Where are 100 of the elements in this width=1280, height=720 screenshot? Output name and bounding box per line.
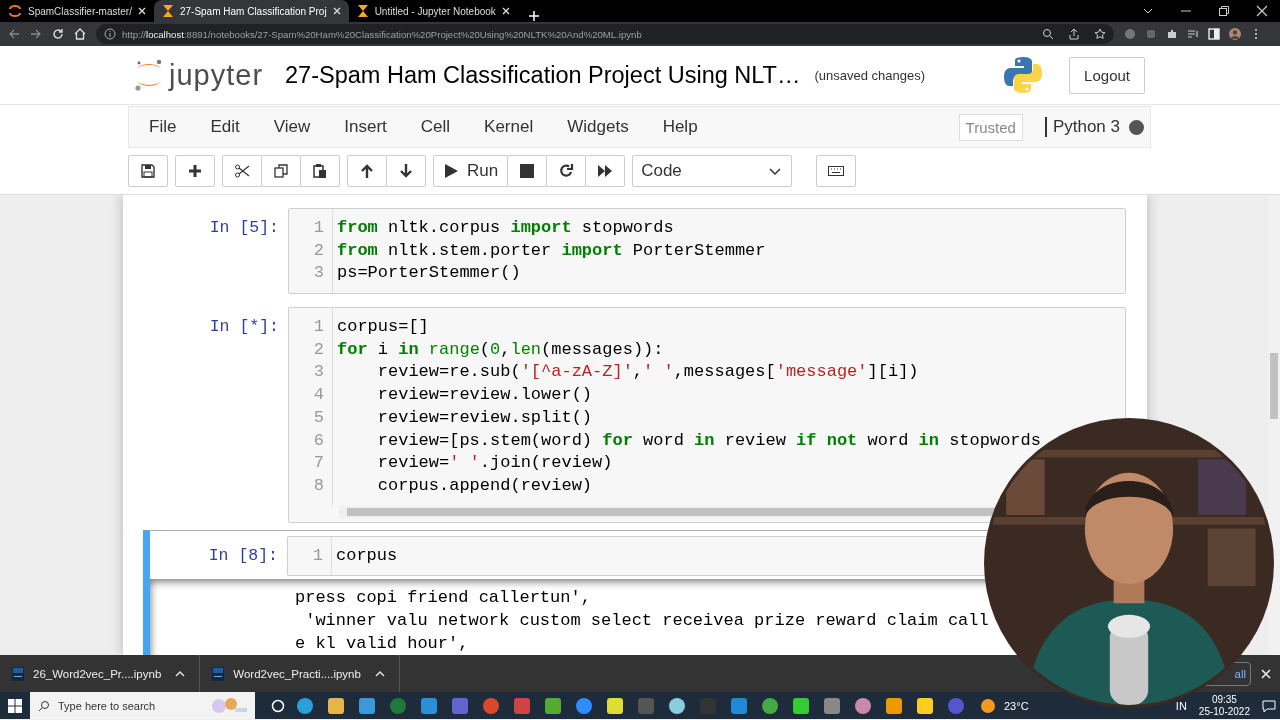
fast-forward-icon <box>597 163 614 179</box>
code-line: corpus.append(review) <box>376 474 594 497</box>
clock[interactable]: 09:35 25-10-2022 <box>1198 693 1250 718</box>
menu-item[interactable]: Edit <box>210 117 257 137</box>
restart-icon <box>558 163 575 179</box>
kernel-name: Python 3 <box>1044 117 1120 137</box>
code-input[interactable]: 1 2 3 from nltk.corpus import stopwords from nltk.stem.porter import PorterStemmer ps=PorterStemmer() <box>288 208 1126 295</box>
output-line: 'winner valu network custom select receivea prize reward claim call <box>304 609 990 632</box>
app-icon[interactable] <box>419 695 439 716</box>
code-line: ps=PorterStemmer() <box>337 262 522 285</box>
arrow-down-icon <box>398 163 414 179</box>
paste-button[interactable] <box>300 155 340 187</box>
code-input[interactable] <box>288 307 1126 523</box>
share-icon[interactable] <box>1068 28 1080 40</box>
browser-tab[interactable]: 27-Spam Ham Classification Proj <box>153 0 349 22</box>
hourglass-icon <box>161 4 174 18</box>
side-panel-icon[interactable] <box>1208 28 1220 40</box>
avatar-icon[interactable] <box>1229 28 1241 40</box>
logout-button[interactable]: Logout <box>1069 56 1145 94</box>
app-icon[interactable] <box>760 695 780 716</box>
insert-cell-button[interactable] <box>175 155 215 187</box>
file-name: Word2vec_Practi....ipynb <box>233 667 361 680</box>
browser-tab[interactable]: Untitled - Jupyter Notebook <box>348 0 518 22</box>
language-indicator[interactable]: IN <box>1175 699 1187 712</box>
cell-type-dropdown[interactable]: Code <box>632 155 793 187</box>
move-down-button[interactable] <box>386 155 426 187</box>
code-line: for i in range(0,len(messages)): <box>337 338 665 361</box>
app-icon[interactable] <box>915 695 935 716</box>
app-icon[interactable] <box>543 695 563 716</box>
menu-item[interactable]: Widgets <box>567 117 646 137</box>
code-line: review=review.lower() <box>376 384 594 407</box>
stop-button[interactable] <box>507 155 548 187</box>
menu-item[interactable]: Cell <box>420 117 468 137</box>
scissors-icon <box>234 163 250 179</box>
home-icon[interactable] <box>74 28 86 40</box>
notebook-title[interactable]: 27-Spam Ham Classification Project Using NLT… <box>285 61 801 89</box>
star-icon[interactable] <box>1094 28 1106 40</box>
app-icon[interactable] <box>605 695 625 716</box>
logo-text: jupyter <box>169 58 264 92</box>
restore-icon[interactable] <box>1218 5 1230 17</box>
keyboard-icon <box>827 163 846 179</box>
extension-icon[interactable] <box>1124 28 1136 40</box>
caret-up-icon[interactable] <box>175 669 186 678</box>
line-number: 8 <box>312 474 324 497</box>
playlist-icon[interactable] <box>1187 28 1199 40</box>
command-palette-button[interactable] <box>816 155 857 187</box>
restart-button[interactable] <box>546 155 587 187</box>
close-icon[interactable] <box>137 7 146 15</box>
info-icon[interactable] <box>104 28 116 40</box>
file-icon <box>212 666 225 681</box>
download-item[interactable]: Word2vec_Practi....ipynb <box>212 666 361 681</box>
app-icon[interactable] <box>574 695 594 716</box>
save-button[interactable] <box>128 155 168 187</box>
menu-item[interactable]: Insert <box>344 117 404 137</box>
browser-tab[interactable]: SpamClassifier-master/ <box>0 0 154 22</box>
cell-prompt: In [5]: <box>208 217 280 239</box>
arrow-up-icon <box>359 163 375 179</box>
close-icon[interactable] <box>1256 5 1268 17</box>
line-number: 3 <box>312 361 324 384</box>
app-icon[interactable] <box>667 695 687 716</box>
puzzle-icon[interactable] <box>1166 28 1178 40</box>
address-bar[interactable]: http://localhost:8891/notebooks/27-Spam%20Ham%20Classification%20Project%20Using%20NLTK%20And%20ML.ipynb <box>96 24 1114 44</box>
copy-button[interactable] <box>261 155 301 187</box>
start-icon[interactable] <box>8 698 22 713</box>
app-icon[interactable] <box>884 695 904 716</box>
download-item[interactable]: 26_Word2vec_Pr....ipynb <box>12 666 162 681</box>
app-icon[interactable] <box>853 695 873 716</box>
menu-item[interactable]: File <box>149 117 194 137</box>
forward-icon[interactable] <box>30 28 42 40</box>
line-number: 1 <box>312 217 324 239</box>
run-all-button[interactable] <box>585 155 626 187</box>
file-name: 26_Word2vec_Pr....ipynb <box>33 667 162 680</box>
app-icon[interactable] <box>295 695 315 716</box>
reload-icon[interactable] <box>52 28 64 40</box>
trusted-badge[interactable]: Trusted <box>958 113 1023 141</box>
line-number: 7 <box>312 452 324 475</box>
notebook-cell[interactable]: In [5]: 1 2 3 from nltk.corpus import stopwords from nltk.stem.porter import PorterStemmer ps=PorterStemmer() <box>143 202 1127 301</box>
new-tab-icon[interactable] <box>527 10 540 22</box>
zoom-icon[interactable] <box>1042 28 1054 40</box>
line-number: 1 <box>311 544 323 567</box>
close-icon[interactable] <box>501 7 510 15</box>
search-field[interactable]: Type here to search <box>30 692 255 719</box>
task-view-icon[interactable] <box>271 698 285 713</box>
app-icon[interactable] <box>822 695 842 716</box>
run-button[interactable]: Run <box>433 155 509 187</box>
code-line: corpus=[] <box>337 316 430 339</box>
cut-button[interactable] <box>222 155 262 187</box>
code-line: review=re.sub('[^a-zA-Z]',' ',messages['message'][i]) <box>376 361 920 384</box>
move-up-button[interactable] <box>347 155 387 187</box>
close-icon[interactable] <box>332 7 341 15</box>
app-icon[interactable] <box>357 695 377 716</box>
menu-item[interactable]: Kernel <box>484 117 551 137</box>
menu-item[interactable]: View <box>273 117 328 137</box>
app-icon[interactable] <box>791 695 811 716</box>
back-icon[interactable] <box>8 28 20 40</box>
caret-up-icon[interactable] <box>374 669 385 678</box>
app-icon[interactable] <box>326 695 346 716</box>
notification-icon[interactable] <box>1262 698 1276 713</box>
menu-item[interactable]: Help <box>662 117 715 137</box>
code-line: corpus <box>336 544 399 567</box>
